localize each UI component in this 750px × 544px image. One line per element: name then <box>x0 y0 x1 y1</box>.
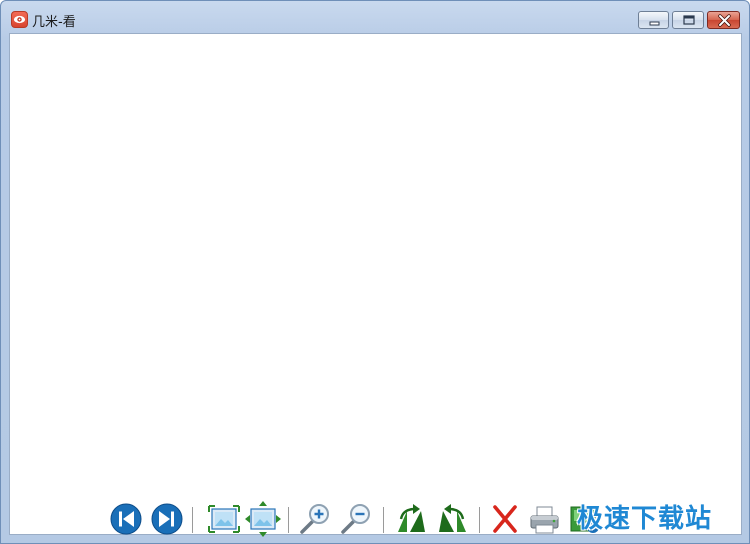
rotate-counterclockwise-button[interactable] <box>435 499 471 537</box>
maximize-button[interactable] <box>672 11 704 29</box>
minimize-button[interactable] <box>638 11 669 29</box>
actual-size-button[interactable] <box>245 499 281 537</box>
eye-icon[interactable] <box>11 11 28 28</box>
previous-button[interactable] <box>109 499 145 537</box>
close-button[interactable] <box>707 11 740 29</box>
close-icon <box>718 14 731 27</box>
rotate-right-icon <box>398 504 425 532</box>
watermark-text: 极速下载站 <box>577 504 713 534</box>
image-view-area[interactable] <box>9 33 742 535</box>
toolbar-separator <box>288 507 289 533</box>
toolbar-separator <box>479 507 480 533</box>
delete-button[interactable] <box>487 499 523 537</box>
window-title: 几米-看 <box>32 15 76 30</box>
toolbar-separator <box>192 507 193 533</box>
minimize-icon <box>649 21 660 26</box>
actual-size-icon <box>245 501 281 537</box>
zoom-in-icon <box>300 504 329 534</box>
title-bar[interactable]: 几米-看 <box>1 1 749 33</box>
rotate-clockwise-button[interactable] <box>393 499 429 537</box>
skip-next-icon <box>151 503 183 535</box>
next-button[interactable] <box>149 499 185 537</box>
fit-window-button[interactable] <box>206 499 242 537</box>
zoom-out-icon <box>341 504 370 534</box>
skip-previous-icon <box>110 503 142 535</box>
print-icon <box>530 506 559 534</box>
app-window: 几米-看 极速下载站 <box>0 0 750 544</box>
maximize-icon <box>683 15 695 25</box>
delete-icon <box>493 505 517 533</box>
fit-to-window-icon <box>208 505 240 533</box>
toolbar-separator <box>383 507 384 533</box>
print-button[interactable] <box>527 499 563 537</box>
zoom-in-button[interactable] <box>297 499 333 537</box>
rotate-left-icon <box>439 504 466 532</box>
zoom-out-button[interactable] <box>338 499 374 537</box>
